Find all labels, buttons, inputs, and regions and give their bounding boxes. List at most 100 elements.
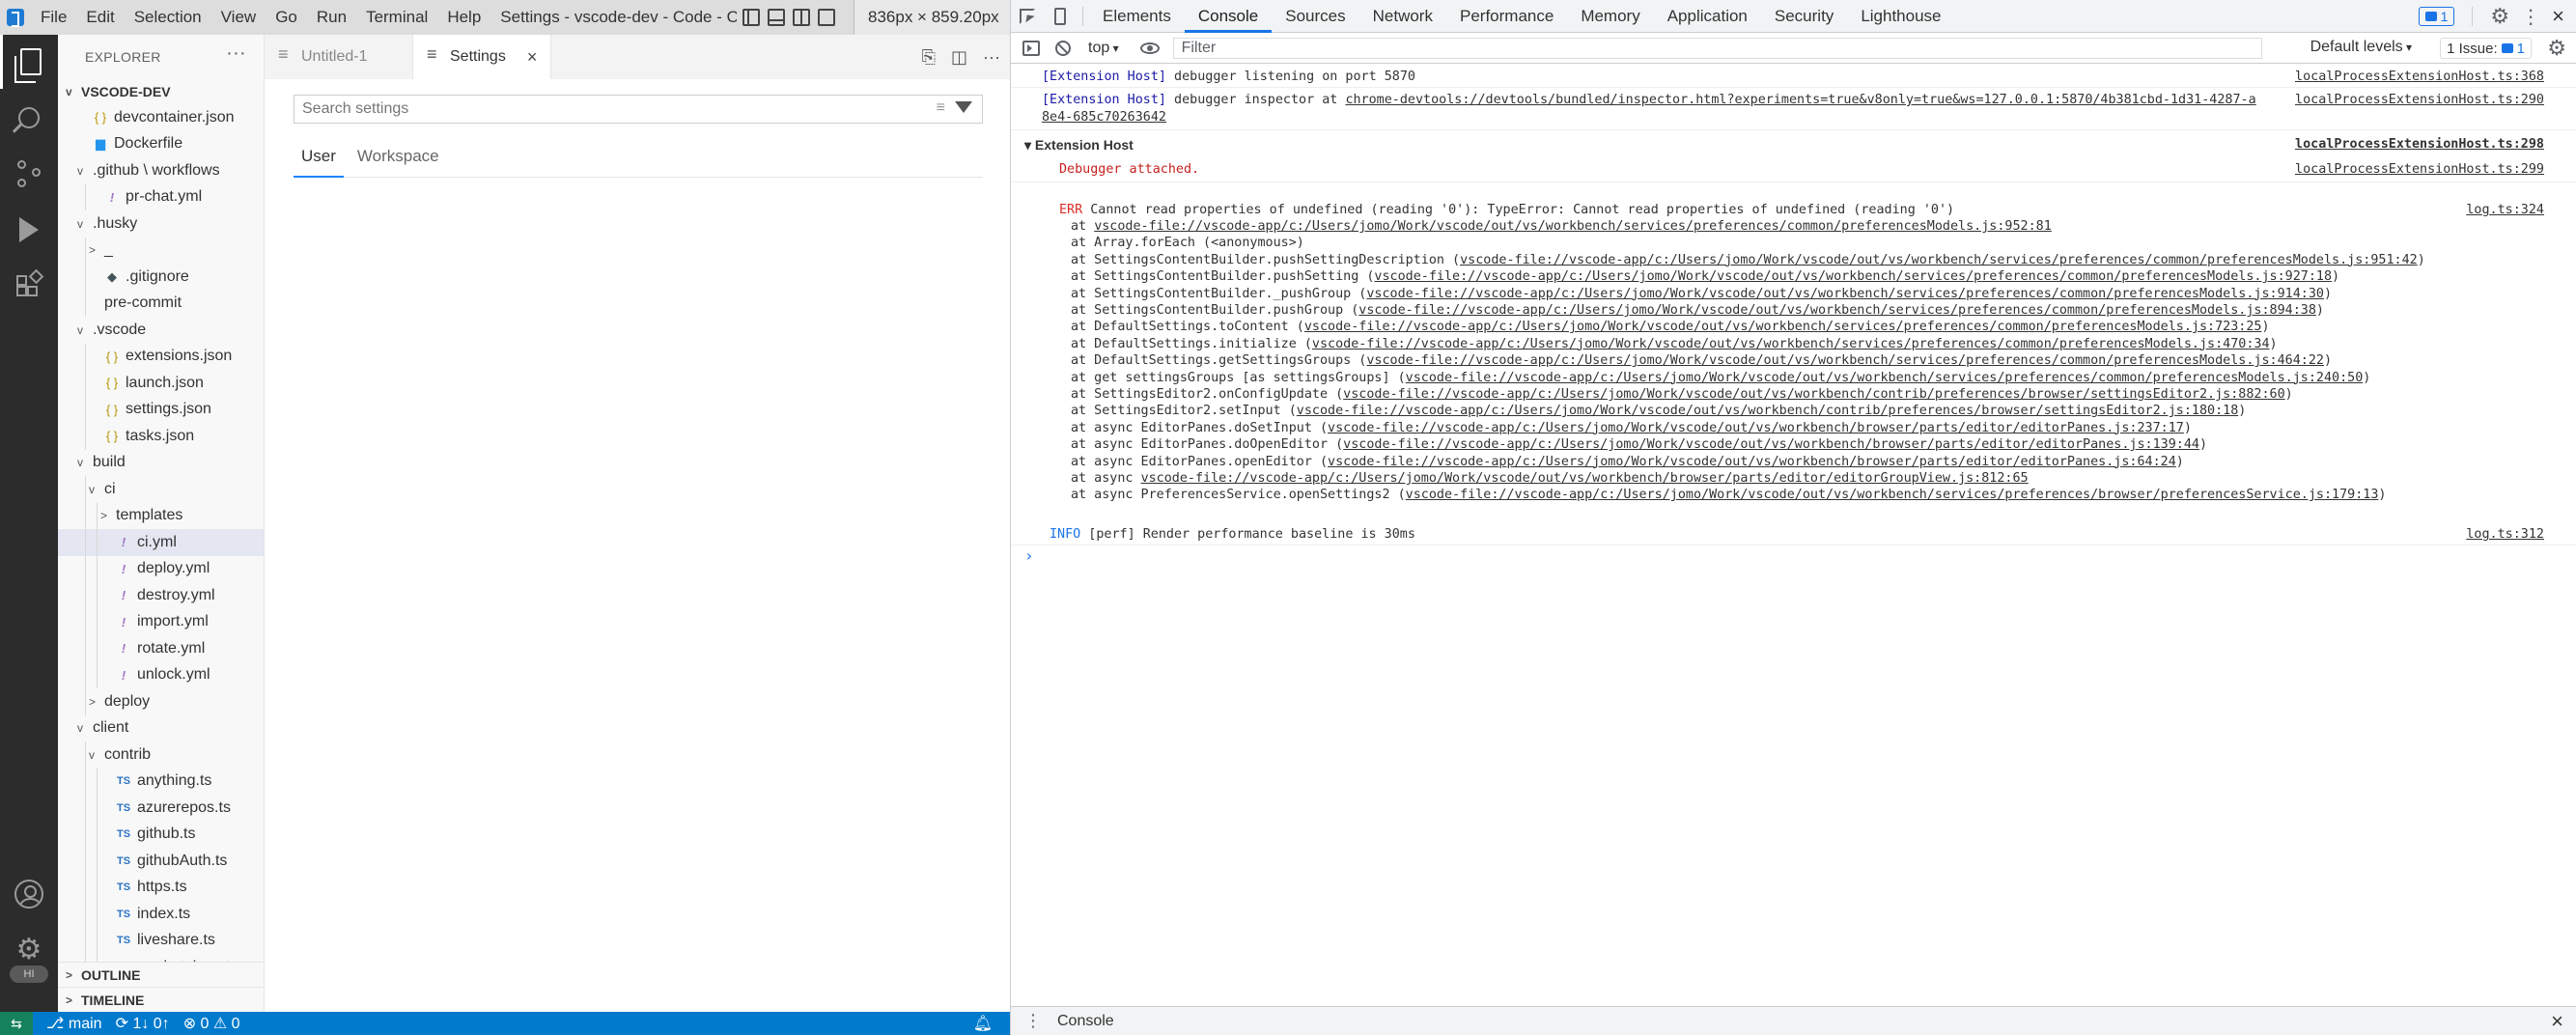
menu-terminal[interactable]: Terminal	[356, 0, 437, 35]
run-debug-view-button[interactable]	[0, 203, 58, 257]
tab-security[interactable]: Security	[1761, 0, 1847, 33]
stack-frame-link[interactable]: vscode-file://vscode-app/c:/Users/jomo/W…	[1358, 303, 2316, 318]
explorer-view-button[interactable]	[0, 35, 58, 89]
tree-item[interactable]: ! deploy.yml	[58, 555, 264, 582]
open-settings-json-icon[interactable]: ⎘	[922, 47, 936, 68]
sync-status[interactable]: ⟳ 1↓ 0↑	[116, 1014, 170, 1033]
problems-status[interactable]: ⊗ 0 ⚠ 0	[183, 1014, 240, 1033]
clear-console-icon[interactable]	[1055, 40, 1071, 56]
drawer-console-tab[interactable]: Console	[1057, 1013, 1114, 1030]
tree-item[interactable]: v build	[58, 450, 264, 477]
tree-item[interactable]: ! destroy.yml	[58, 582, 264, 609]
toggle-panel-icon[interactable]	[768, 9, 786, 26]
tree-item[interactable]: { } devcontainer.json	[58, 104, 264, 131]
tree-item[interactable]: ! unlock.yml	[58, 661, 264, 688]
inspector-url-link[interactable]: chrome-devtools://devtools/bundled/inspe…	[1345, 93, 2255, 107]
tab-elements[interactable]: Elements	[1089, 0, 1185, 33]
stack-frame-link[interactable]: vscode-file://vscode-app/c:/Users/jomo/W…	[1406, 371, 2364, 385]
toggle-primary-sidebar-icon[interactable]	[742, 9, 761, 26]
profile-badge[interactable]: HI	[10, 965, 48, 983]
inspect-element-button[interactable]	[1011, 0, 1044, 33]
menu-help[interactable]: Help	[437, 0, 490, 35]
tree-item[interactable]: > _	[58, 237, 264, 264]
stack-frame-link[interactable]: vscode-file://vscode-app/c:/Users/jomo/W…	[1094, 219, 2052, 234]
tab-memory[interactable]: Memory	[1567, 0, 1653, 33]
source-link[interactable]: localProcessExtensionHost.ts:299	[2295, 162, 2544, 177]
tree-item[interactable]: TS https.ts	[58, 874, 264, 901]
extensions-view-button[interactable]	[0, 259, 58, 313]
tree-item[interactable]: v client	[58, 715, 264, 742]
tree-item[interactable]: v .husky	[58, 210, 264, 238]
tree-item[interactable]: ! import.yml	[58, 608, 264, 635]
tree-item[interactable]: v ci	[58, 476, 264, 503]
tree-item[interactable]: { } launch.json	[58, 370, 264, 397]
stack-frame-link[interactable]: vscode-file://vscode-app/c:/Users/jomo/W…	[1343, 387, 2284, 402]
log-levels-dropdown[interactable]: Default levels	[2310, 39, 2412, 56]
tree-item[interactable]: ◆ .gitignore	[58, 264, 264, 291]
stack-frame-link[interactable]: vscode-file://vscode-app/c:/Users/jomo/W…	[1460, 253, 2418, 267]
inspector-url-link-continued[interactable]: 8e4-685c70263642	[1042, 110, 1166, 125]
close-drawer-icon[interactable]: ×	[2551, 1009, 2563, 1034]
stack-frame-link[interactable]: vscode-file://vscode-app/c:/Users/jomo/W…	[1312, 337, 2270, 351]
explorer-more-actions-icon[interactable]: ···	[226, 42, 246, 65]
tree-item[interactable]: TS liveshare.ts	[58, 927, 264, 954]
tab-application[interactable]: Application	[1654, 0, 1761, 33]
branch-status[interactable]: ⎇ main	[46, 1014, 102, 1033]
tree-item[interactable]: { } settings.json	[58, 396, 264, 423]
stack-frame-link[interactable]: vscode-file://vscode-app/c:/Users/jomo/W…	[1328, 455, 2176, 469]
devtools-more-icon[interactable]: ⋮	[2521, 5, 2540, 29]
tab-performance[interactable]: Performance	[1446, 0, 1567, 33]
device-toolbar-button[interactable]	[1044, 0, 1077, 33]
stack-frame-link[interactable]: vscode-file://vscode-app/c:/Users/jomo/W…	[1141, 471, 2029, 486]
menu-file[interactable]: File	[31, 0, 76, 35]
timeline-section[interactable]: > TIMELINE	[58, 987, 264, 1012]
stack-frame-link[interactable]: vscode-file://vscode-app/c:/Users/jomo/W…	[1304, 320, 2262, 334]
accounts-button[interactable]	[0, 867, 58, 921]
tree-item[interactable]: TS githubAuth.ts	[58, 848, 264, 875]
close-devtools-icon[interactable]: ×	[2552, 4, 2564, 29]
issues-counter[interactable]: 1 Issue: 1	[2440, 38, 2532, 59]
messages-badge[interactable]: 1	[2418, 7, 2455, 26]
source-link[interactable]: log.ts:324	[2466, 203, 2544, 217]
more-actions-icon[interactable]: ···	[983, 47, 1000, 68]
source-link[interactable]: log.ts:312	[2466, 527, 2544, 542]
tree-item[interactable]: ! rotate.yml	[58, 635, 264, 662]
stack-frame-link[interactable]: vscode-file://vscode-app/c:/Users/jomo/W…	[1343, 437, 2199, 452]
menu-go[interactable]: Go	[266, 0, 307, 35]
show-console-sidebar-icon[interactable]	[1022, 40, 1040, 56]
close-tab-icon[interactable]: ×	[527, 47, 538, 68]
workspace-root-section[interactable]: v VSCODE-DEV	[58, 79, 264, 104]
tree-item[interactable]: TS anything.ts	[58, 768, 264, 795]
settings-search-input[interactable]	[294, 96, 893, 123]
outline-section[interactable]: > OUTLINE	[58, 962, 264, 987]
tree-item[interactable]: ▆ Dockerfile	[58, 131, 264, 158]
filter-icon[interactable]	[955, 101, 972, 113]
tree-item[interactable]: { } extensions.json	[58, 343, 264, 370]
customize-layout-icon[interactable]	[818, 9, 836, 26]
live-expression-eye-icon[interactable]	[1139, 42, 1160, 54]
stack-frame-link[interactable]: vscode-file://vscode-app/c:/Users/jomo/W…	[1374, 269, 2332, 284]
tree-item[interactable]: TS azurerepos.ts	[58, 795, 264, 822]
tree-item[interactable]: > templates	[58, 502, 264, 529]
tab-sources[interactable]: Sources	[1272, 0, 1358, 33]
tab-network[interactable]: Network	[1359, 0, 1446, 33]
console-settings-gear-icon[interactable]	[2547, 36, 2566, 61]
menu-view[interactable]: View	[211, 0, 266, 35]
stack-frame-link[interactable]: vscode-file://vscode-app/c:/Users/jomo/W…	[1406, 488, 2379, 502]
stack-frame-link[interactable]: vscode-file://vscode-app/c:/Users/jomo/W…	[1366, 353, 2324, 368]
tree-item[interactable]: ! ci.yml	[58, 529, 264, 556]
split-editor-icon[interactable]: ◫	[951, 47, 967, 68]
clear-filter-icon[interactable]: ≡	[937, 99, 945, 117]
tree-item[interactable]: v .github \ workflows	[58, 157, 264, 184]
source-link[interactable]: localProcessExtensionHost.ts:368	[2295, 70, 2544, 84]
tree-item[interactable]: { } tasks.json	[58, 423, 264, 450]
console-prompt[interactable]: ›	[1024, 546, 1034, 565]
stack-frame-link[interactable]: vscode-file://vscode-app/c:/Users/jomo/W…	[1366, 287, 2324, 301]
tab-untitled-1[interactable]: Untitled-1 ×	[265, 35, 413, 79]
tree-item[interactable]: ! pr-chat.yml	[58, 183, 264, 210]
tree-item[interactable]: TS index.ts	[58, 901, 264, 928]
menu-selection[interactable]: Selection	[125, 0, 211, 35]
tree-item[interactable]: TS github.ts	[58, 821, 264, 848]
tab-workspace[interactable]: Workspace	[350, 139, 447, 178]
tree-item[interactable]: v .vscode	[58, 317, 264, 344]
